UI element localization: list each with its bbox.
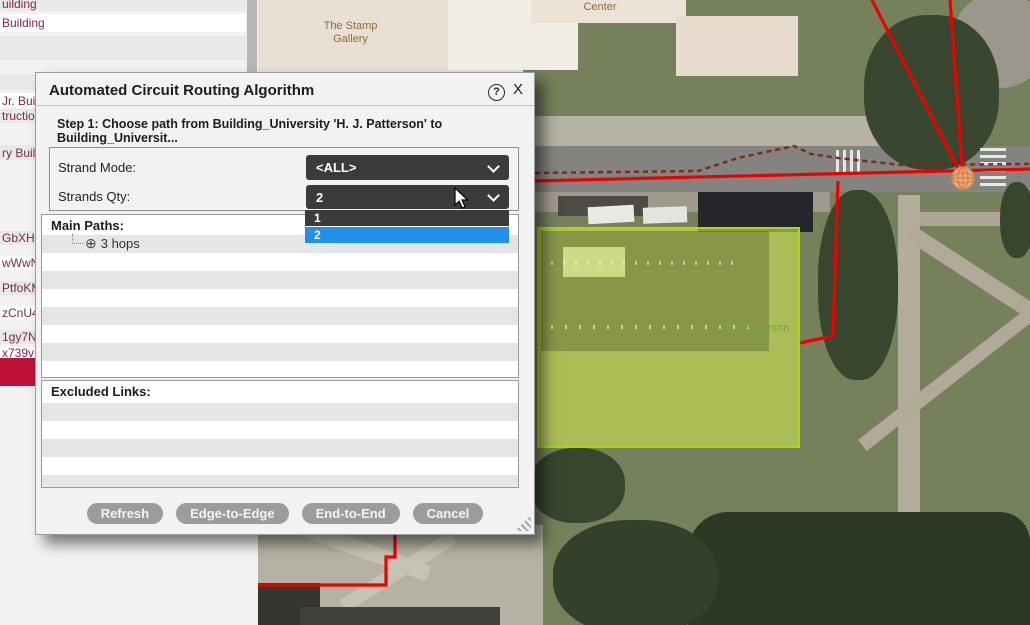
route-branch-building	[800, 181, 838, 343]
main-paths-rows	[42, 235, 518, 377]
route-vertical-1	[950, 0, 963, 178]
sidebar-list-item[interactable]: Building	[0, 14, 246, 32]
refresh-button[interactable]: Refresh	[87, 503, 163, 524]
route-bottom	[258, 533, 395, 585]
excluded-links-label: Excluded Links:	[51, 384, 151, 399]
end-to-end-button[interactable]: End-to-End	[302, 503, 400, 524]
sidebar-list-item[interactable]	[0, 36, 246, 60]
network-node-icon	[952, 167, 974, 189]
tree-item-3-hops[interactable]: ⊕ 3 hops	[66, 234, 266, 252]
cancel-button[interactable]: Cancel	[413, 503, 484, 524]
title-divider	[36, 105, 534, 106]
close-icon[interactable]: X	[513, 81, 523, 98]
routing-dialog: Automated Circuit Routing Algorithm ? X …	[35, 72, 535, 535]
sidebar-list-item[interactable]: uilding	[0, 0, 246, 11]
menu-option-1[interactable]: 1	[305, 210, 509, 226]
strands-qty-value: 2	[316, 190, 323, 205]
excluded-links-rows	[42, 403, 518, 487]
tree-item-label: 3 hops	[101, 236, 140, 251]
help-icon[interactable]: ?	[488, 84, 505, 101]
chevron-down-icon	[487, 189, 500, 202]
step-text: Step 1: Choose path from Building_Univer…	[57, 117, 534, 145]
map-label-center: Center	[570, 1, 630, 14]
tree-elbow-connector	[72, 234, 83, 244]
edge-to-edge-button[interactable]: Edge-to-Edge	[176, 503, 289, 524]
mouse-cursor-icon	[454, 187, 470, 211]
menu-option-2[interactable]: 2	[305, 227, 509, 243]
excluded-links-list: Excluded Links:	[41, 380, 519, 488]
expand-plus-icon[interactable]: ⊕	[85, 236, 97, 250]
strand-mode-label: Strand Mode:	[58, 160, 136, 175]
map-label-stamp-gallery: The Stamp Gallery	[303, 20, 398, 46]
dialog-button-row: Refresh Edge-to-Edge End-to-End Cancel	[36, 503, 534, 524]
map-label-patterson: H J Patterson Hall	[710, 322, 802, 348]
route-diagonal	[872, 0, 963, 178]
dialog-title: Automated Circuit Routing Algorithm	[49, 82, 314, 99]
chevron-down-icon	[487, 160, 500, 173]
strand-mode-dropdown[interactable]: <ALL>	[306, 155, 509, 180]
strands-qty-dropdown[interactable]: 2	[306, 185, 509, 209]
strands-qty-menu: 1 2	[305, 209, 509, 243]
strands-qty-label: Strands Qty:	[58, 189, 130, 204]
sidebar-scrollbar-thumb[interactable]	[247, 0, 257, 72]
main-paths-label: Main Paths:	[51, 218, 124, 233]
app-root: { "sidebar": { "items": [ {"label":"uild…	[0, 0, 1030, 625]
strand-mode-value: <ALL>	[316, 160, 356, 175]
